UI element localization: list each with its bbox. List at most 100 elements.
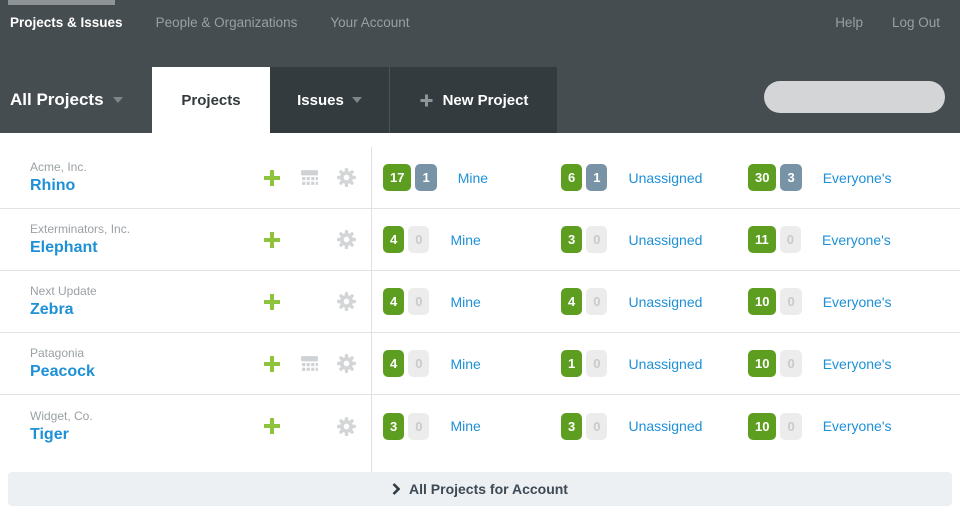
project-settings-button[interactable] [336,168,356,188]
new-issue-button[interactable] [262,292,282,312]
project-actions [262,416,371,436]
secondary-count-badge[interactable]: 0 [586,413,607,440]
new-issue-button[interactable] [262,230,282,250]
new-project-label: New Project [443,92,529,109]
secondary-count-badge[interactable]: 0 [780,226,801,253]
open-count-badge[interactable]: 3 [561,413,582,440]
plus-icon [262,292,282,312]
count-group: 11 0 Everyone's [748,226,891,253]
open-count-badge[interactable]: 11 [748,226,776,253]
open-count-badge[interactable]: 17 [383,164,411,191]
project-link[interactable]: Elephant [30,239,98,257]
count-filter-link[interactable]: Unassigned [628,356,702,372]
project-settings-button[interactable] [336,230,356,250]
count-filter-link[interactable]: Mine [450,294,480,310]
open-count-badge[interactable]: 1 [561,350,582,377]
issue-counts: 4 0 Mine 4 0 Unassigned 10 0 Everyone's [371,288,960,315]
project-link[interactable]: Peacock [30,363,95,381]
tab-projects[interactable]: Projects [152,67,270,133]
nav-item-projects-issues[interactable]: Projects & Issues [10,15,123,30]
milestones-calendar-button[interactable] [299,168,319,188]
count-filter-link[interactable]: Everyone's [823,170,892,186]
count-group: 10 0 Everyone's [748,413,892,440]
secondary-count-badge[interactable]: 1 [415,164,436,191]
count-filter-link[interactable]: Unassigned [628,294,702,310]
issue-counts: 4 0 Mine 1 0 Unassigned 10 0 Everyone's [371,350,960,377]
secondary-count-badge[interactable]: 0 [780,350,801,377]
new-issue-button[interactable] [262,168,282,188]
project-settings-button[interactable] [336,354,356,374]
milestones-calendar-button[interactable] [299,354,319,374]
open-count-badge[interactable]: 4 [383,350,404,377]
plus-icon [419,93,434,108]
count-group: 4 0 Mine [383,288,561,315]
new-issue-button[interactable] [262,416,282,436]
count-group: 3 0 Unassigned [561,413,748,440]
nav-item-help[interactable]: Help [835,15,863,30]
open-count-badge[interactable]: 10 [748,413,776,440]
calendar-icon [300,168,319,187]
project-link[interactable]: Rhino [30,177,75,195]
open-count-badge[interactable]: 4 [383,226,404,253]
caret-down-icon [352,97,362,103]
count-filter-link[interactable]: Everyone's [823,418,892,434]
secondary-count-badge[interactable]: 0 [586,226,607,253]
issue-counts: 3 0 Mine 3 0 Unassigned 10 0 Everyone's [371,413,960,440]
tab-strip: Projects Issues New Project [152,67,557,133]
nav-item-log-out[interactable]: Log Out [892,15,940,30]
secondary-count-badge[interactable]: 0 [586,288,607,315]
count-filter-link[interactable]: Unassigned [628,418,702,434]
open-count-badge[interactable]: 4 [383,288,404,315]
project-link[interactable]: Zebra [30,301,74,319]
nav-item-your-account[interactable]: Your Account [330,15,409,30]
count-filter-link[interactable]: Mine [450,418,480,434]
count-filter-link[interactable]: Mine [450,232,480,248]
secondary-count-badge[interactable]: 0 [408,226,429,253]
gear-icon [337,354,356,373]
count-filter-link[interactable]: Everyone's [823,356,892,372]
count-filter-link[interactable]: Everyone's [823,294,892,310]
project-settings-button[interactable] [336,292,356,312]
project-link[interactable]: Tiger [30,426,69,444]
open-count-badge[interactable]: 30 [748,164,776,191]
plus-icon [262,416,282,436]
plus-icon [262,230,282,250]
nav-item-people-organizations[interactable]: People & Organizations [156,15,298,30]
open-count-badge[interactable]: 10 [748,350,776,377]
count-group: 3 0 Unassigned [561,226,748,253]
scope-label: All Projects [10,90,104,110]
open-count-badge[interactable]: 3 [383,413,404,440]
project-actions [262,230,371,250]
all-projects-dropdown[interactable]: All Projects [10,90,123,110]
caret-down-icon [113,97,123,103]
count-filter-link[interactable]: Unassigned [628,232,702,248]
count-filter-link[interactable]: Everyone's [822,232,891,248]
project-org: Widget, Co. [30,409,262,423]
secondary-count-badge[interactable]: 1 [586,164,607,191]
gear-icon [337,417,356,436]
secondary-count-badge[interactable]: 0 [586,350,607,377]
secondary-count-badge[interactable]: 0 [408,350,429,377]
open-count-badge[interactable]: 3 [561,226,582,253]
search-input[interactable] [784,90,960,105]
secondary-count-badge[interactable]: 0 [408,288,429,315]
primary-nav-right: Help Log Out [835,15,940,30]
open-count-badge[interactable]: 10 [748,288,776,315]
count-group: 4 0 Mine [383,226,561,253]
new-issue-button[interactable] [262,354,282,374]
secondary-count-badge[interactable]: 3 [780,164,801,191]
all-projects-for-account-link[interactable]: All Projects for Account [8,472,952,506]
secondary-count-badge[interactable]: 0 [408,413,429,440]
open-count-badge[interactable]: 6 [561,164,582,191]
count-filter-link[interactable]: Unassigned [628,170,702,186]
count-filter-link[interactable]: Mine [458,170,488,186]
project-settings-button[interactable] [336,416,356,436]
open-count-badge[interactable]: 4 [561,288,582,315]
secondary-count-badge[interactable]: 0 [780,413,801,440]
project-actions [262,354,371,374]
new-project-button[interactable]: New Project [389,67,557,133]
secondary-count-badge[interactable]: 0 [780,288,801,315]
project-cell: Next Update Zebra [30,284,262,319]
tab-issues[interactable]: Issues [270,67,389,133]
count-filter-link[interactable]: Mine [450,356,480,372]
